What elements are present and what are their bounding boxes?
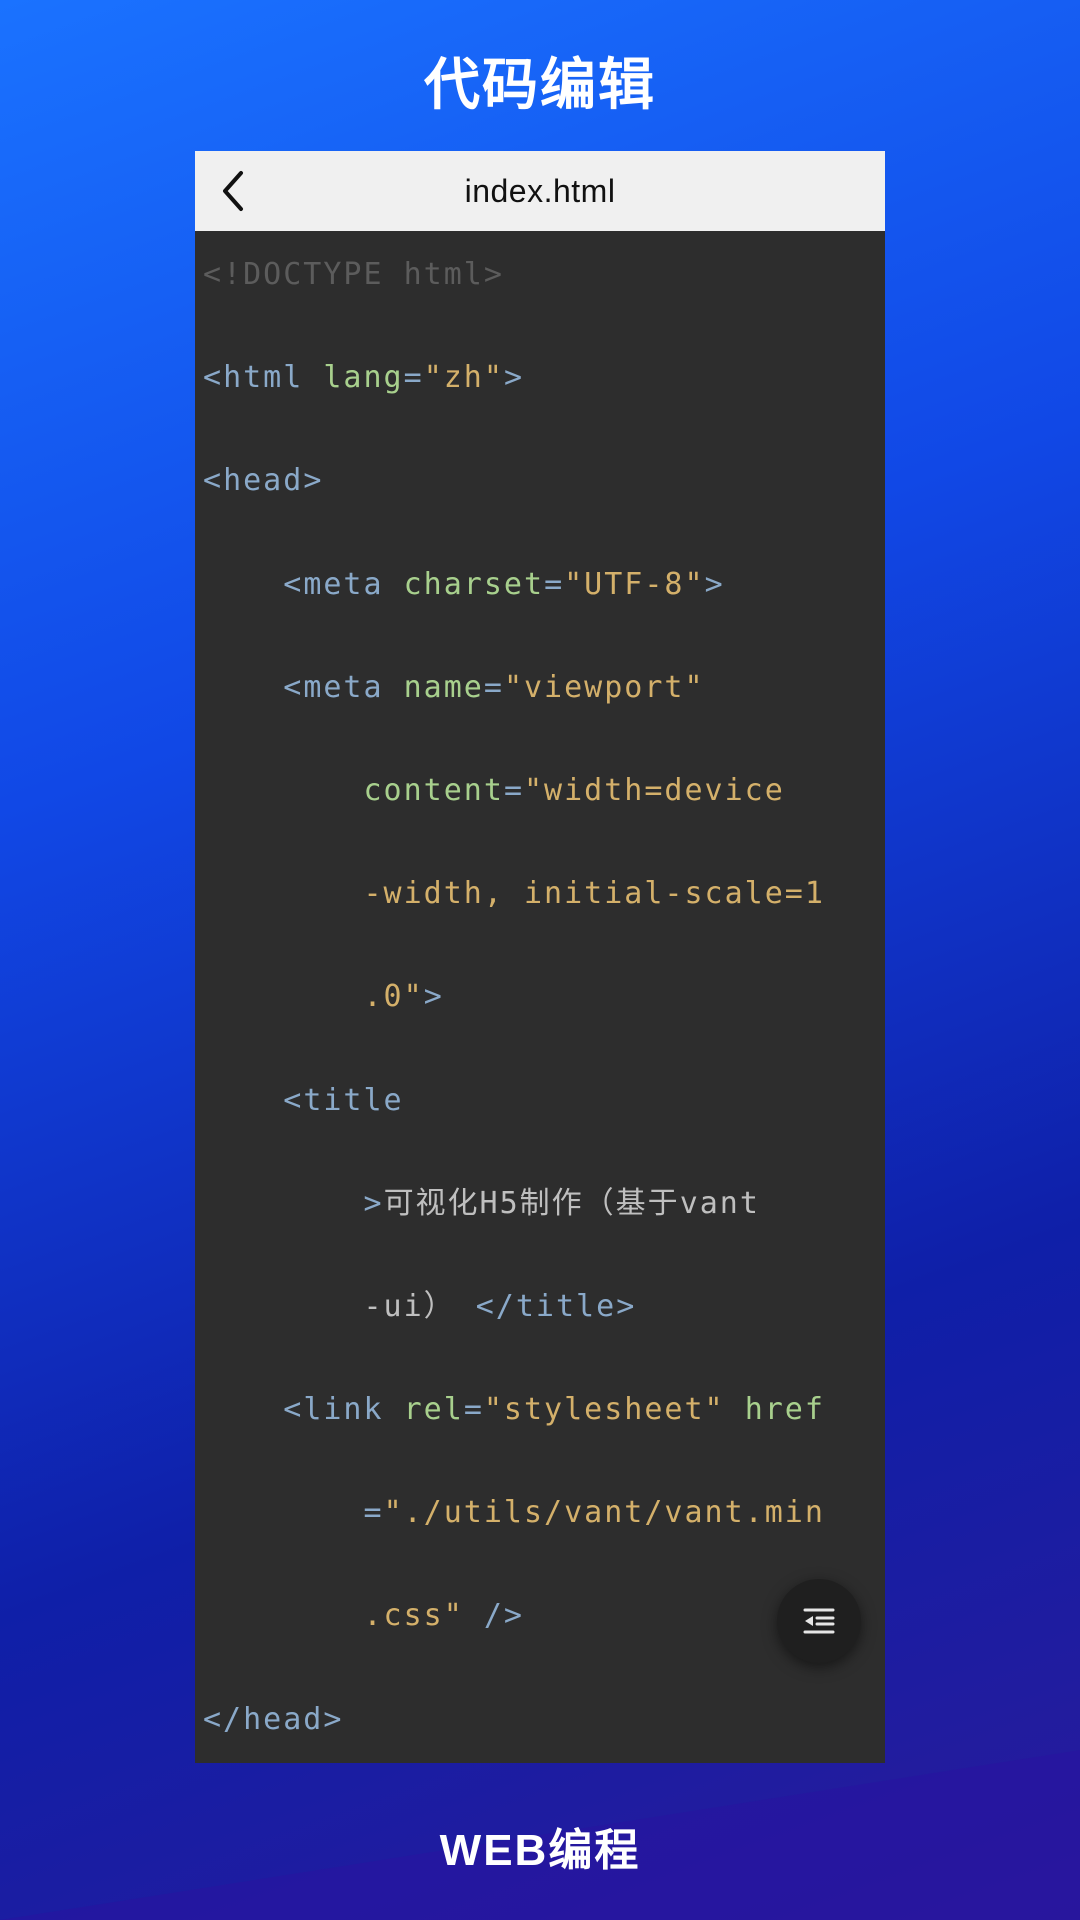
back-button[interactable] — [219, 169, 247, 213]
back-icon — [219, 169, 247, 213]
outdent-fab[interactable] — [777, 1579, 861, 1663]
filename-label: index.html — [195, 173, 885, 210]
code-editor[interactable]: <!DOCTYPE html> <html lang="zh"> <head> … — [195, 231, 885, 1763]
page-bottom-title: WEB编程 — [0, 1814, 1080, 1878]
code-line: <!DOCTYPE html> — [203, 257, 504, 292]
code-content[interactable]: <!DOCTYPE html> <html lang="zh"> <head> … — [203, 249, 877, 1763]
app-screenshot: 代码编辑 index.html <!DOCTYPE html> <html la… — [0, 0, 1080, 1920]
outdent-icon — [801, 1606, 837, 1636]
editor-header: index.html — [195, 151, 885, 231]
editor-window: index.html <!DOCTYPE html> <html lang="z… — [195, 151, 885, 1763]
page-top-title: 代码编辑 — [424, 40, 656, 121]
